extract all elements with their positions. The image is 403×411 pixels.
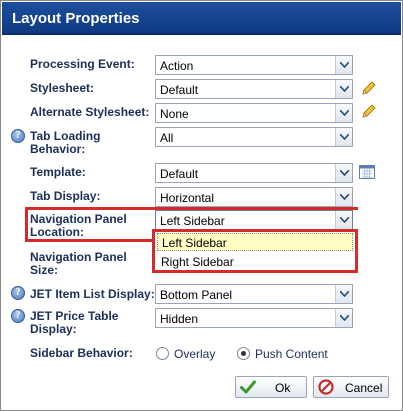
tab-loading-behavior-value: All	[160, 131, 174, 145]
navigation-panel-location-label-line2: Location:	[30, 225, 84, 239]
jet-item-list-display-value: Bottom Panel	[160, 288, 233, 302]
chevron-down-icon[interactable]	[335, 164, 352, 182]
help-icon[interactable]: ?	[11, 286, 25, 300]
stylesheet-label: Stylesheet:	[30, 81, 95, 95]
layout-properties-dialog: Layout Properties Processing Event: Acti…	[0, 0, 403, 411]
navigation-panel-location-dropdown: Left Sidebar Right Sidebar	[152, 229, 358, 273]
dropdown-option-left-sidebar[interactable]: Left Sidebar	[157, 233, 353, 251]
jet-item-list-display-label: JET Item List Display:	[30, 287, 155, 301]
push-content-radio-label[interactable]: Push Content	[255, 347, 328, 361]
stylesheet-value: Default	[160, 83, 199, 97]
cancel-button-label: Cancel	[345, 381, 383, 395]
pencil-icon[interactable]	[361, 80, 377, 96]
stylesheet-select[interactable]: Default	[155, 79, 353, 99]
chevron-down-icon[interactable]	[335, 285, 352, 303]
sidebar-behavior-label: Sidebar Behavior:	[30, 346, 133, 360]
jet-price-table-display-select[interactable]: Hidden	[155, 308, 353, 328]
help-icon[interactable]: ?	[11, 309, 25, 323]
overlay-radio-label[interactable]: Overlay	[174, 347, 215, 361]
navigation-panel-location-value: Left Sidebar	[160, 214, 225, 228]
cancel-button[interactable]: Cancel	[313, 376, 389, 398]
processing-event-select[interactable]: Action	[155, 55, 353, 75]
jet-item-list-display-select[interactable]: Bottom Panel	[155, 284, 353, 304]
alternate-stylesheet-value: None	[160, 107, 189, 121]
dialog-title: Layout Properties	[12, 10, 140, 27]
jet-price-table-display-label-line2: Display:	[30, 322, 77, 336]
dropdown-option-right-sidebar[interactable]: Right Sidebar	[157, 253, 353, 271]
tab-loading-behavior-select[interactable]: All	[155, 127, 353, 147]
calendar-icon[interactable]	[359, 165, 375, 179]
no-entry-icon	[318, 379, 334, 395]
chevron-down-icon[interactable]	[335, 128, 352, 146]
template-label: Template:	[30, 165, 86, 179]
tab-loading-behavior-label-line2: Behavior:	[30, 142, 86, 156]
chevron-down-icon[interactable]	[335, 188, 352, 206]
processing-event-value: Action	[160, 59, 194, 73]
tab-display-value: Horizontal	[160, 191, 215, 205]
chevron-down-icon[interactable]	[335, 56, 352, 74]
tab-display-select[interactable]: Horizontal	[155, 187, 353, 207]
tab-display-label: Tab Display:	[30, 189, 101, 203]
alternate-stylesheet-label: Alternate Stylesheet:	[30, 105, 150, 119]
dialog-title-bar[interactable]: Layout Properties	[2, 2, 401, 35]
processing-event-label: Processing Event:	[30, 57, 135, 71]
alternate-stylesheet-select[interactable]: None	[155, 103, 353, 123]
help-icon[interactable]: ?	[11, 129, 25, 143]
ok-button[interactable]: Ok	[235, 376, 307, 398]
template-select[interactable]: Default	[155, 163, 353, 183]
jet-price-table-display-value: Hidden	[160, 312, 199, 326]
template-value: Default	[160, 167, 199, 181]
ok-button-label: Ok	[275, 381, 291, 395]
checkmark-icon	[240, 380, 256, 394]
pencil-icon[interactable]	[361, 103, 377, 119]
navigation-panel-size-label-line2: Size:	[30, 263, 59, 277]
chevron-down-icon[interactable]	[335, 309, 352, 327]
overlay-radio[interactable]	[156, 347, 169, 360]
chevron-down-icon[interactable]	[335, 80, 352, 98]
push-content-radio[interactable]	[237, 347, 250, 360]
chevron-down-icon[interactable]	[335, 104, 352, 122]
navigation-panel-location-select[interactable]: Left Sidebar	[155, 210, 353, 230]
chevron-down-icon[interactable]	[335, 211, 352, 229]
